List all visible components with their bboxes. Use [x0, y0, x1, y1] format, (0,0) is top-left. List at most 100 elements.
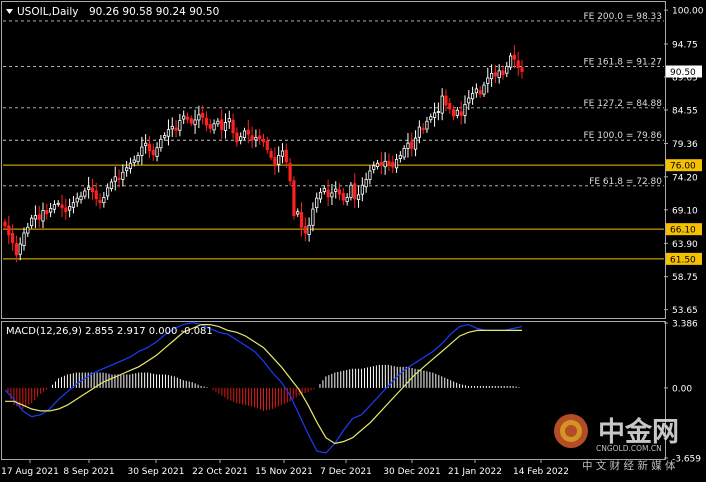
bull-candle: [383, 160, 387, 168]
bull-candle: [106, 187, 110, 197]
bull-candle: [280, 150, 285, 157]
bear-candle: [391, 161, 395, 168]
bear-candle: [90, 187, 95, 193]
bear-candle: [387, 160, 391, 165]
bear-candle: [493, 72, 497, 77]
bull-candle: [144, 142, 148, 146]
bull-candle: [330, 192, 334, 198]
time-tick-label: 17 Aug 2021: [1, 467, 59, 477]
bull-candle: [49, 208, 53, 213]
bull-candle: [455, 109, 459, 116]
chart-background: [0, 0, 706, 482]
bull-candle: [83, 190, 87, 197]
macd-label: MACD(12,26,9) 2.855 2.917 0.000 -0.081: [6, 326, 213, 337]
bull-candle: [136, 155, 140, 162]
bull-candle: [155, 147, 159, 157]
bull-candle: [315, 197, 319, 208]
bull-candle: [375, 162, 380, 168]
bear-candle: [353, 183, 357, 200]
bear-candle: [117, 177, 121, 180]
time-tick-label: 7 Dec 2021: [320, 467, 372, 477]
macd-tick-label: -3.659: [672, 455, 701, 465]
bull-candle: [402, 147, 406, 158]
time-tick-label: 8 Sep 2021: [63, 467, 114, 477]
bear-candle: [60, 204, 64, 209]
bull-candle: [334, 188, 338, 192]
bull-candle: [296, 211, 300, 215]
bull-candle: [216, 120, 220, 125]
bear-candle: [448, 103, 452, 110]
bear-candle: [174, 127, 178, 131]
price-tick-label: 84.55: [672, 106, 698, 116]
time-tick-label: 22 Oct 2021: [192, 467, 248, 477]
price-chart[interactable]: FE 200.0 = 98.33 FE 161.8 = 91.27 FE 127.2…: [0, 0, 706, 482]
bull-candle: [406, 142, 410, 149]
bull-candle: [254, 136, 258, 141]
fib-level-label: FE 61.8 = 72.80: [589, 177, 662, 187]
bull-candle: [71, 202, 76, 208]
bear-candle: [516, 60, 520, 69]
bull-candle: [413, 137, 418, 150]
bull-candle: [463, 104, 467, 116]
price-tick-label: 63.90: [672, 240, 698, 250]
bull-candle: [486, 77, 490, 84]
bear-candle: [258, 135, 262, 140]
bull-candle: [182, 115, 186, 120]
bear-candle: [45, 210, 49, 215]
bull-candle: [474, 88, 478, 94]
time-tick-label: 30 Dec 2021: [383, 467, 441, 477]
bear-candle: [7, 225, 11, 236]
macd-tick-label: 0.00: [672, 384, 692, 394]
bull-candle: [178, 120, 182, 131]
bull-candle: [345, 197, 349, 203]
bull-candle: [33, 215, 38, 220]
bull-candle: [227, 118, 231, 123]
bull-candle: [75, 197, 79, 203]
bear-candle: [478, 90, 482, 95]
bull-candle: [121, 171, 125, 180]
bear-candle: [292, 180, 296, 216]
bull-candle: [22, 232, 26, 246]
bull-candle: [398, 155, 402, 159]
bear-candle: [235, 132, 239, 143]
bull-candle: [467, 97, 471, 104]
bear-candle: [341, 193, 345, 201]
bear-candle: [284, 149, 288, 163]
bear-candle: [288, 163, 292, 182]
bull-candle: [109, 181, 114, 189]
bear-candle: [64, 207, 68, 213]
bull-candle: [242, 130, 247, 138]
bull-candle: [497, 70, 501, 78]
bull-candle: [322, 188, 326, 192]
symbol-label: USOIL,Daily: [17, 6, 78, 18]
bear-candle: [326, 189, 330, 198]
bull-candle: [508, 55, 513, 68]
watermark-slogan: 中 文 财 经 新 媒 体: [582, 459, 676, 472]
ohlc-readout: 90.26 90.58 90.24 90.50: [89, 6, 219, 18]
bear-candle: [299, 212, 304, 228]
bull-candle: [223, 122, 228, 131]
bear-candle: [189, 118, 193, 124]
bear-candle: [208, 123, 212, 129]
bull-candle: [360, 184, 364, 195]
bull-candle: [26, 226, 30, 234]
bull-candle: [18, 243, 22, 255]
bull-candle: [429, 116, 433, 121]
bull-candle: [364, 178, 368, 188]
current-price-label: 90.50: [670, 68, 696, 78]
bear-candle: [147, 143, 152, 152]
bull-candle: [68, 206, 72, 211]
bear-candle: [444, 95, 448, 106]
bull-candle: [318, 191, 323, 200]
bear-candle: [273, 157, 277, 167]
bull-candle: [163, 135, 167, 139]
bear-candle: [98, 199, 102, 204]
bear-candle: [337, 189, 342, 195]
fib-level-label: FE 161.8 = 91.27: [583, 58, 662, 68]
bear-candle: [269, 150, 273, 158]
bear-candle: [520, 67, 524, 72]
bull-candle: [307, 224, 311, 235]
bull-candle: [436, 111, 440, 113]
bear-candle: [421, 128, 425, 131]
bull-candle: [52, 204, 57, 210]
